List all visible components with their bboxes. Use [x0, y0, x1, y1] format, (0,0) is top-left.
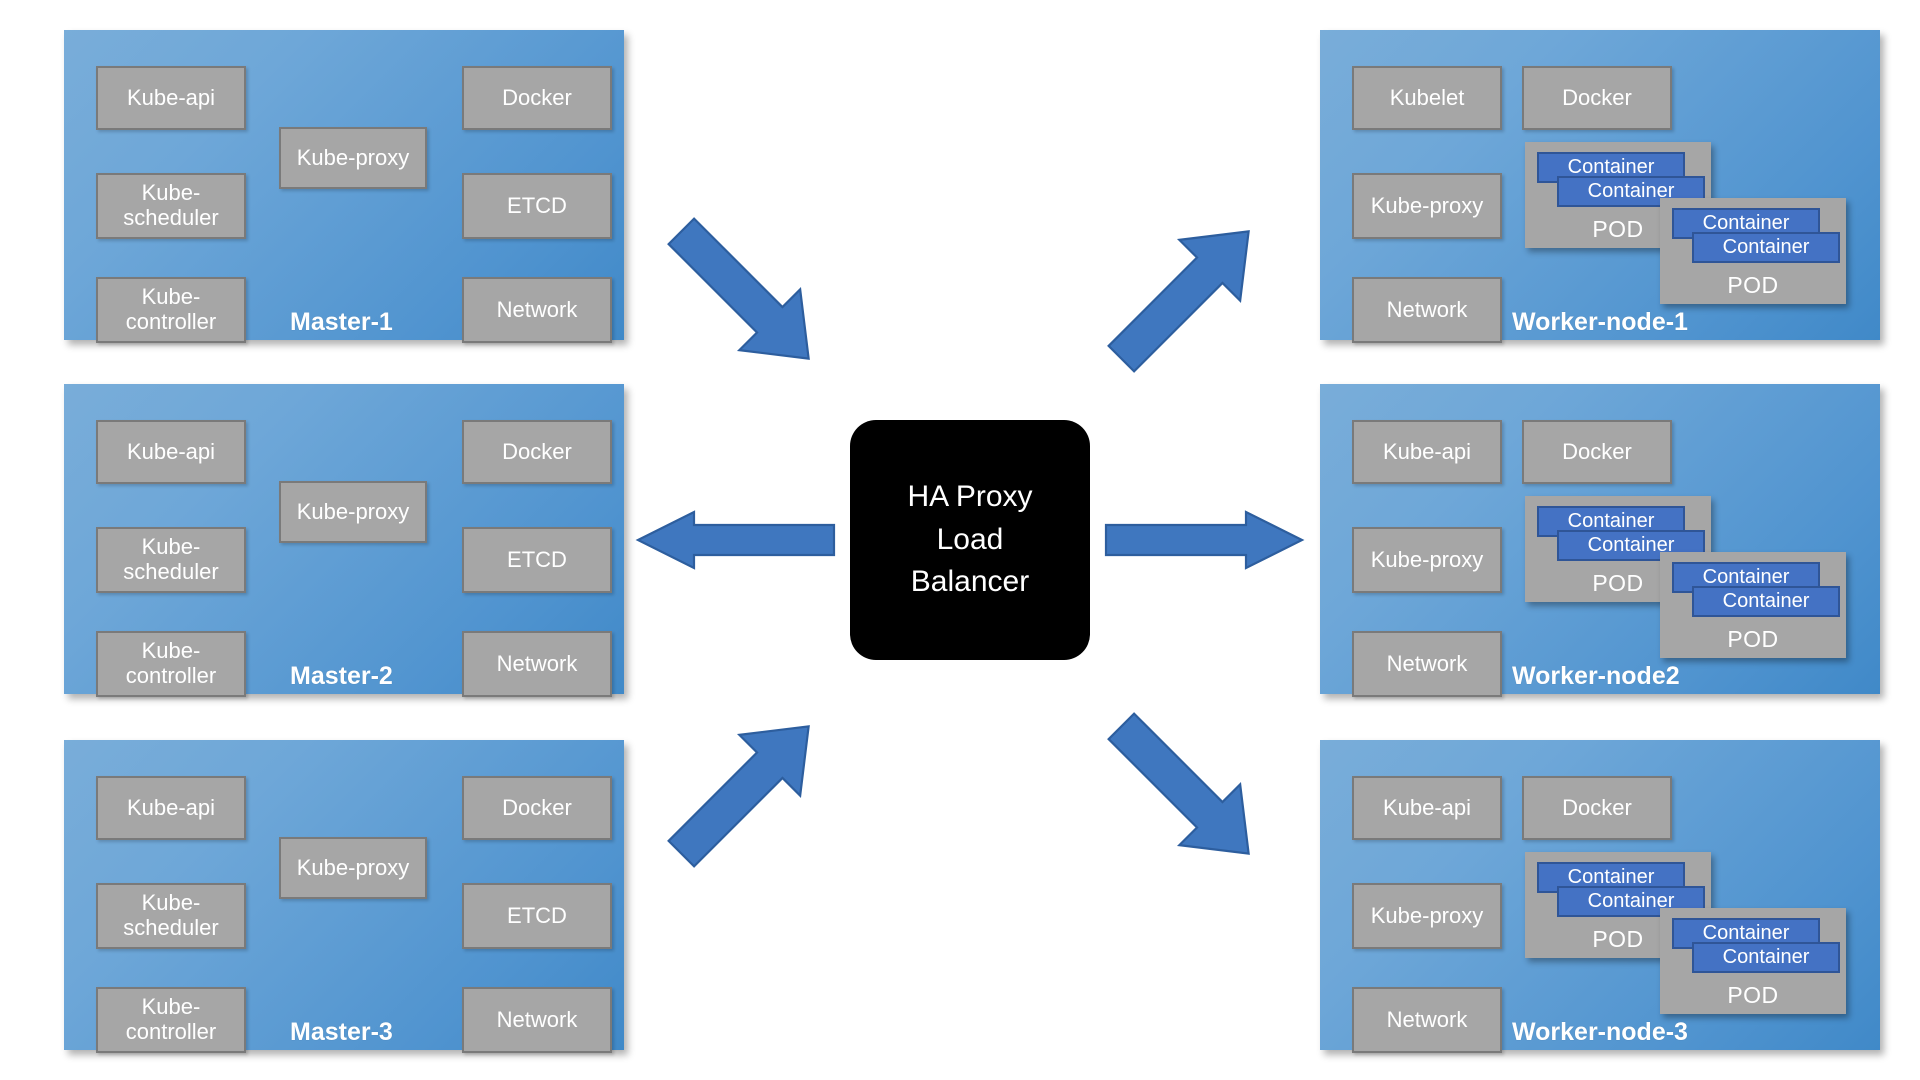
- node-label-master-2: Master-2: [290, 662, 393, 690]
- pod-label: POD: [1727, 272, 1779, 298]
- component-kube-controller[interactable]: Kube- controller: [96, 631, 246, 697]
- component-kube-proxy[interactable]: Kube-proxy: [279, 837, 427, 899]
- node-panel-master-3[interactable]: Kube-api Docker Kube-proxy Kube- schedul…: [64, 740, 624, 1053]
- load-balancer-box[interactable]: HA Proxy Load Balancer: [850, 420, 1090, 660]
- component-docker[interactable]: Docker: [462, 776, 612, 840]
- component-kube-api[interactable]: Kube-api: [96, 66, 246, 130]
- component-network[interactable]: Network: [462, 277, 612, 343]
- pod-label: POD: [1727, 982, 1779, 1008]
- node-label-worker-node-1: Worker-node-1: [1512, 308, 1688, 336]
- component-docker[interactable]: Docker: [1522, 66, 1672, 130]
- diagram-canvas: Kube-api Docker Kube-proxy Kube- schedul…: [0, 0, 1920, 1080]
- arrow-to-master-1: [667, 217, 810, 360]
- component-kube-proxy[interactable]: Kube-proxy: [279, 481, 427, 543]
- arrow-to-worker-node-3: [1107, 712, 1250, 855]
- node-panel-master-2[interactable]: Kube-api Docker Kube-proxy Kube- schedul…: [64, 384, 624, 697]
- component-kube-proxy[interactable]: Kube-proxy: [279, 127, 427, 189]
- component-docker[interactable]: Docker: [462, 66, 612, 130]
- component-network[interactable]: Network: [462, 631, 612, 697]
- component-network[interactable]: Network: [462, 987, 612, 1053]
- load-balancer-line-1: HA Proxy: [907, 480, 1033, 514]
- component-docker[interactable]: Docker: [1522, 420, 1672, 484]
- component-docker[interactable]: Docker: [1522, 776, 1672, 840]
- arrow-to-worker-node2: [1104, 510, 1305, 570]
- component-kube-proxy[interactable]: Kube-proxy: [1352, 173, 1502, 239]
- component-network[interactable]: Network: [1352, 987, 1502, 1053]
- node-panel-worker-node2[interactable]: Kube-api Docker Kube-proxy Network Conta…: [1320, 384, 1880, 697]
- node-panel-worker-node-3[interactable]: Kube-api Docker Kube-proxy Network Conta…: [1320, 740, 1880, 1053]
- component-kube-controller[interactable]: Kube- controller: [96, 277, 246, 343]
- node-label-worker-node2: Worker-node2: [1512, 662, 1680, 690]
- component-docker[interactable]: Docker: [462, 420, 612, 484]
- component-kube-api[interactable]: Kube-api: [1352, 420, 1502, 484]
- node-panel-worker-node-1[interactable]: Kubelet Docker Kube-proxy Network Contai…: [1320, 30, 1880, 343]
- component-kube-api[interactable]: Kube-api: [96, 420, 246, 484]
- container-2[interactable]: Container: [1692, 586, 1840, 617]
- component-etcd[interactable]: ETCD: [462, 173, 612, 239]
- component-kube-scheduler[interactable]: Kube- scheduler: [96, 527, 246, 593]
- container-2[interactable]: Container: [1692, 232, 1840, 263]
- component-etcd[interactable]: ETCD: [462, 527, 612, 593]
- node-label-worker-node-3: Worker-node-3: [1512, 1018, 1688, 1046]
- component-kube-scheduler[interactable]: Kube- scheduler: [96, 173, 246, 239]
- component-kube-api[interactable]: Kube-api: [96, 776, 246, 840]
- component-network[interactable]: Network: [1352, 631, 1502, 697]
- component-kube-proxy[interactable]: Kube-proxy: [1352, 883, 1502, 949]
- load-balancer-line-3: Balancer: [910, 565, 1030, 599]
- pod-2[interactable]: Container Container POD: [1660, 198, 1846, 304]
- pod-label: POD: [1727, 626, 1779, 652]
- component-etcd[interactable]: ETCD: [462, 883, 612, 949]
- node-panel-master-1[interactable]: Kube-api Docker Kube-proxy Kube- schedul…: [64, 30, 624, 343]
- arrow-to-master-2: [635, 510, 836, 570]
- component-network[interactable]: Network: [1352, 277, 1502, 343]
- pod-2[interactable]: Container Container POD: [1660, 552, 1846, 658]
- component-kubelet[interactable]: Kubelet: [1352, 66, 1502, 130]
- pod-2[interactable]: Container Container POD: [1660, 908, 1846, 1014]
- component-kube-proxy[interactable]: Kube-proxy: [1352, 527, 1502, 593]
- arrow-to-worker-node-1: [1107, 230, 1250, 373]
- component-kube-controller[interactable]: Kube- controller: [96, 987, 246, 1053]
- node-label-master-1: Master-1: [290, 308, 393, 336]
- component-kube-scheduler[interactable]: Kube- scheduler: [96, 883, 246, 949]
- component-kube-api[interactable]: Kube-api: [1352, 776, 1502, 840]
- load-balancer-line-2: Load: [936, 522, 1004, 556]
- arrow-to-master-3: [667, 725, 810, 868]
- node-label-master-3: Master-3: [290, 1018, 393, 1046]
- container-2[interactable]: Container: [1692, 942, 1840, 973]
